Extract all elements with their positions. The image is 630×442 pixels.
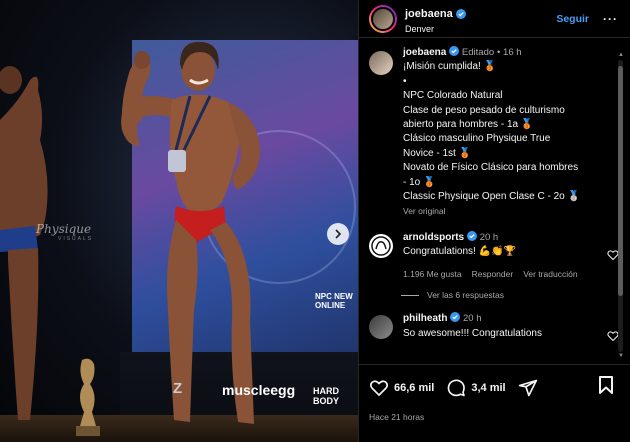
like-count[interactable]: 66,6 mil (394, 382, 434, 394)
sponsor-muscleegg: muscleegg (222, 382, 296, 398)
next-photo-button[interactable] (327, 223, 349, 245)
comment-item: philheath 20 h So awesome!!! Congratulat… (369, 312, 619, 342)
share-button[interactable] (518, 378, 538, 398)
scroll-up-arrow-icon[interactable]: ▲ (618, 52, 624, 58)
caption-line: - 1o 🥉 (403, 176, 436, 188)
see-original-link[interactable]: Ver original (403, 204, 613, 218)
commenter-avatar[interactable] (369, 315, 393, 340)
caption-author-avatar[interactable] (369, 51, 393, 75)
post-photo[interactable]: Physique VISUALS NPC NEW ONLINE Z muscle… (0, 0, 358, 442)
caption-username[interactable]: joebaena (403, 46, 446, 60)
author-avatar[interactable] (369, 4, 397, 33)
main-athlete-figure (121, 41, 260, 424)
comments-list[interactable]: joebaena Editado • 16 h ¡Misión cumplida… (359, 46, 630, 364)
caption-time[interactable]: 16 h (503, 47, 522, 58)
caption-line: abierto para hombres - 1a 🥉 (403, 119, 534, 131)
comment-username[interactable]: philheath (403, 312, 447, 326)
caption-line: Clase de peso pesado de culturismo (403, 104, 565, 116)
comment-username[interactable]: arnoldsports (403, 231, 464, 245)
comment-item: arnoldsports 20 h Congratulations! 💪👏🏆 1… (369, 230, 619, 281)
view-replies-label: Ver las 6 respuestas (427, 290, 505, 301)
post-actions-bar: 66,6 mil 3,4 mil Hace 21 horas (359, 364, 630, 442)
left-athlete-figure (0, 66, 48, 420)
replies-divider (401, 294, 419, 296)
caption-line: NPC Colorado Natural (403, 90, 503, 102)
sponsor-hardbody: HARD BODY (313, 386, 340, 406)
caption-line: Novice - 1st 🥉 (403, 147, 472, 159)
verified-badge-icon (455, 8, 466, 19)
caption-block: joebaena Editado • 16 h ¡Misión cumplida… (369, 46, 613, 219)
chevron-right-icon (335, 229, 342, 239)
follow-button[interactable]: Seguir (556, 13, 589, 25)
save-button[interactable] (597, 375, 615, 400)
commenter-avatar[interactable] (369, 233, 393, 258)
caption-edited: Editado (461, 47, 495, 58)
comment-button[interactable]: 3,4 mil (446, 378, 506, 398)
translate-button[interactable]: Ver traducción (523, 267, 577, 281)
arnold-logo-icon (370, 234, 392, 257)
heart-icon (369, 379, 389, 396)
verified-badge-icon (449, 46, 460, 56)
verified-badge-icon (450, 312, 461, 323)
view-replies-button[interactable]: Ver las 6 respuestas (401, 290, 613, 300)
verified-badge-icon (466, 230, 477, 241)
caption-line: • (403, 75, 407, 87)
caption-line: ¡Misión cumplida! 🥉 (403, 61, 497, 73)
reply-button[interactable]: Responder (472, 267, 514, 281)
scroll-down-arrow-icon[interactable]: ▼ (618, 353, 624, 359)
author-username[interactable]: joebaena (405, 8, 453, 20)
comment-time[interactable]: 20 h (463, 313, 482, 324)
sponsor-logo-z: Z (173, 380, 183, 397)
bookmark-icon (599, 376, 613, 394)
caption-dot: • (496, 47, 501, 58)
send-icon (518, 379, 537, 396)
comment-count[interactable]: 3,4 mil (471, 382, 505, 394)
scrollbar-thumb[interactable] (618, 66, 623, 296)
trophy (76, 358, 100, 436)
comment-bubble-icon (448, 379, 466, 396)
post-time-ago[interactable]: Hace 21 horas (369, 412, 621, 422)
watermark-sub: VISUALS (58, 236, 94, 242)
comment-text: Congratulations! 💪👏🏆 (403, 246, 516, 258)
author-username-row[interactable]: joebaena (405, 8, 466, 20)
comments-scrollbar[interactable] (618, 60, 623, 352)
more-options-icon[interactable]: ··· (603, 12, 618, 26)
comment-time[interactable]: 20 h (480, 232, 499, 243)
caption-line: Novato de Físico Clásico para hombres (403, 162, 579, 174)
caption-line: Classic Physique Open Clase C - 2o 🥈 (403, 191, 580, 203)
like-button[interactable]: 66,6 mil (369, 378, 434, 398)
post-side-panel: joebaena Denver Seguir ··· joebaena Edit… (358, 0, 630, 442)
watermark: Physique (36, 222, 92, 236)
comment-likes[interactable]: 1.196 Me gusta (403, 267, 462, 281)
backdrop-text: NPC NEW ONLINE (315, 292, 353, 310)
comment-text: So awesome!!! Congratulations (403, 327, 542, 339)
caption-line: Clásico masculino Physique True (403, 133, 551, 145)
post-header: joebaena Denver Seguir ··· (359, 0, 630, 38)
post-location[interactable]: Denver (405, 24, 556, 34)
